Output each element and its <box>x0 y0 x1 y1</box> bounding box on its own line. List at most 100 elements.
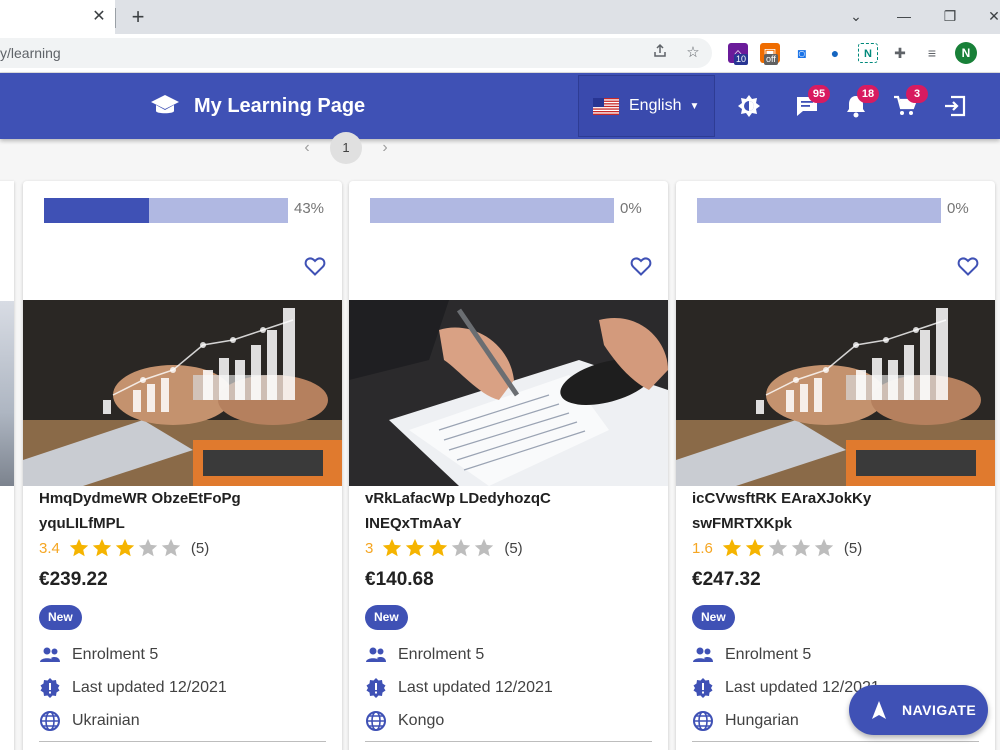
course-card-partial[interactable] <box>0 181 14 750</box>
course-title[interactable]: HmqDydmeWR ObzeEtFoPg yquLILfMPL <box>39 486 329 536</box>
course-title-line: yquLILfMPL <box>39 515 125 532</box>
record-ext-icon[interactable]: ◙ <box>792 43 812 63</box>
puzzle-icon[interactable]: ✚ <box>890 43 910 63</box>
course-title-line: icCVwsftRK EAraXJokKy <box>692 490 872 507</box>
star-filled-icon <box>429 538 448 557</box>
profile-avatar[interactable]: N <box>955 42 977 64</box>
last-updated-info: Last updated 12/2021 <box>39 677 227 699</box>
theme-toggle-icon[interactable] <box>736 93 762 119</box>
restore-icon[interactable]: ❐ <box>938 4 962 28</box>
language-info: Kongo <box>365 710 444 732</box>
enrolment-text: Enrolment 5 <box>398 646 485 663</box>
notifications-badge: 18 <box>857 85 879 103</box>
rating: 1.6 (5) <box>692 537 862 559</box>
language-info: Ukrainian <box>39 710 140 732</box>
logout-icon[interactable] <box>942 93 968 119</box>
us-flag-icon <box>593 97 619 115</box>
progress-bar <box>697 198 941 223</box>
globe-icon <box>40 711 60 731</box>
share-icon[interactable] <box>650 43 670 63</box>
star-empty-icon <box>791 538 811 557</box>
course-price: €247.32 <box>692 569 761 590</box>
star-empty-icon <box>452 538 471 557</box>
color-ext-icon[interactable]: ● <box>825 43 845 63</box>
star-empty-icon <box>475 538 494 557</box>
course-card[interactable]: 0% icCVwsftRK EAraXJokKy swFMRTXKpk 1.6 <box>676 181 995 750</box>
star-empty-icon <box>138 538 158 557</box>
language-selector[interactable]: English ▼ <box>578 75 715 137</box>
heart-icon[interactable] <box>956 254 980 278</box>
next-page-button[interactable]: › <box>374 139 396 157</box>
progress-label: 43% <box>294 200 325 217</box>
caret-down-icon: ▼ <box>689 100 700 112</box>
home-ext-icon[interactable]: ⌂ 10 <box>728 43 749 65</box>
rating: 3.4 (5) <box>39 537 209 559</box>
people-icon <box>40 647 60 662</box>
last-updated-info: Last updated 12/2021 <box>365 677 553 699</box>
course-image <box>349 300 668 486</box>
pagination: ‹ 1 › <box>296 132 396 164</box>
enrolment-text: Enrolment 5 <box>725 646 812 663</box>
course-card[interactable]: 43% HmqDydmeWR ObzeEtFoPg yquLILfMPL 3.4 <box>23 181 342 750</box>
tab-separator <box>115 8 116 28</box>
app-header: My Learning Page English ▼ 95 18 3 <box>0 73 1000 139</box>
messages-badge: 95 <box>808 85 830 103</box>
course-price: €239.22 <box>39 569 108 590</box>
last-updated-text: Last updated 12/2021 <box>398 679 553 696</box>
browser-toolbar: y/learning ☆ ⌂ 10 ▣ off ◙ ● N ✚ ≡ N <box>0 34 1000 73</box>
dev-ext-icon[interactable]: ▣ off <box>760 43 780 65</box>
prev-page-button[interactable]: ‹ <box>296 139 318 157</box>
star-rating <box>381 537 496 559</box>
enrolment-info: Enrolment 5 <box>365 644 484 666</box>
rating-value: 3 <box>365 539 374 557</box>
page-number[interactable]: 1 <box>330 132 362 164</box>
tab-close-icon[interactable]: ✕ <box>90 7 108 27</box>
browser-tab[interactable]: ✕ <box>0 0 115 34</box>
brand[interactable]: My Learning Page <box>150 93 365 119</box>
heart-icon[interactable] <box>303 254 327 278</box>
star-empty-icon <box>814 538 834 557</box>
notifications-button[interactable]: 18 <box>843 85 879 119</box>
alert-seal-icon <box>40 678 60 698</box>
course-title-line: HmqDydmeWR ObzeEtFoPg <box>39 490 241 507</box>
star-filled-icon <box>406 538 425 557</box>
page-title: My Learning Page <box>194 94 366 117</box>
url-text[interactable]: y/learning <box>0 45 61 61</box>
new-tab-icon[interactable]: + <box>128 4 148 30</box>
star-rating <box>68 537 183 559</box>
star-empty-icon <box>161 538 181 557</box>
course-image <box>676 300 995 486</box>
rating: 3 (5) <box>365 537 523 559</box>
star-filled-icon <box>722 538 742 557</box>
course-title[interactable]: icCVwsftRK EAraXJokKy swFMRTXKpk <box>692 486 982 536</box>
course-title-line: swFMRTXKpk <box>692 515 793 532</box>
course-title[interactable]: vRkLafacWp LDedyhozqC INEQxTmAaY <box>365 486 655 536</box>
n-ext-icon[interactable]: N <box>858 43 878 63</box>
language-label: English <box>629 97 682 114</box>
close-window-icon[interactable]: ✕ <box>982 4 1000 28</box>
progress-bar <box>44 198 288 223</box>
browser-tab-strip: ✕ + ⌄ — ❐ ✕ <box>0 0 1000 34</box>
people-icon <box>366 647 386 662</box>
divider <box>39 741 326 742</box>
course-title-line: INEQxTmAaY <box>365 515 462 532</box>
enrolment-info: Enrolment 5 <box>692 644 811 666</box>
media-icon[interactable]: ≡ <box>922 43 942 63</box>
navigate-button[interactable]: NAVIGATE <box>849 685 988 735</box>
course-card[interactable]: 0% vRkLafacWp LDedyhozqC INEQxTmAaY 3 (5… <box>349 181 668 750</box>
minimize-icon[interactable]: — <box>892 4 916 28</box>
star-filled-icon <box>383 538 402 557</box>
tab-search-icon[interactable]: ⌄ <box>844 4 868 28</box>
address-bar[interactable]: y/learning ☆ <box>0 38 712 68</box>
new-badge: New <box>365 605 408 630</box>
course-price: €140.68 <box>365 569 434 590</box>
cart-badge: 3 <box>906 85 928 103</box>
review-count: (5) <box>504 539 523 557</box>
bookmark-star-icon[interactable]: ☆ <box>683 43 703 63</box>
rating-value: 3.4 <box>39 539 60 557</box>
divider <box>692 741 979 742</box>
new-badge: New <box>39 605 82 630</box>
heart-icon[interactable] <box>629 254 653 278</box>
messages-button[interactable]: 95 <box>794 85 830 119</box>
cart-button[interactable]: 3 <box>892 85 928 119</box>
